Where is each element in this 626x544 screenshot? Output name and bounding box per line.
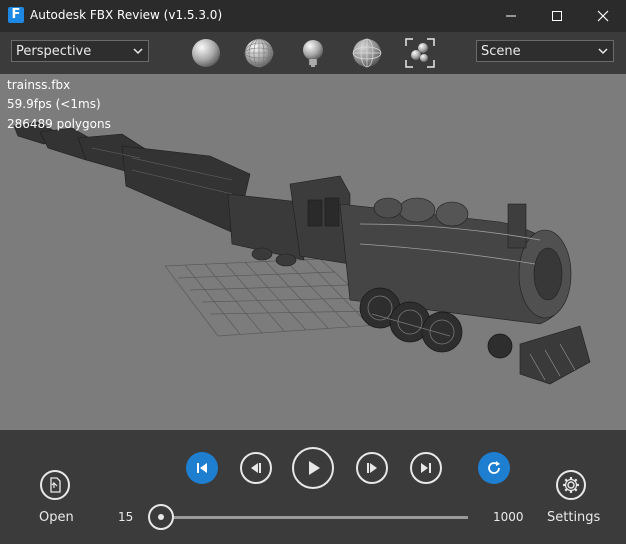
loop-button[interactable]	[478, 452, 510, 484]
close-button[interactable]	[580, 0, 626, 32]
gear-icon	[563, 477, 579, 493]
wireframe-sphere-icon[interactable]	[350, 36, 384, 70]
maximize-button[interactable]	[534, 0, 580, 32]
chevron-down-icon	[133, 48, 143, 55]
maximize-icon	[552, 11, 562, 21]
window-title: Autodesk FBX Review (v1.5.3.0)	[30, 8, 223, 22]
toolbar: Perspective Scene	[0, 32, 626, 74]
minimize-icon	[506, 15, 516, 17]
open-button[interactable]	[40, 470, 70, 500]
play-button[interactable]	[292, 447, 334, 489]
timeline-thumb[interactable]	[148, 504, 174, 530]
previous-frame-icon	[251, 463, 261, 473]
go-to-start-icon	[197, 463, 207, 473]
go-to-end-button[interactable]	[410, 452, 442, 484]
play-icon	[309, 461, 320, 475]
file-name-label: trainss.fbx	[7, 78, 71, 92]
3d-viewport[interactable]: trainss.fbx 59.9fps (<1ms) 286489 polygo…	[0, 74, 626, 430]
go-to-end-icon	[421, 463, 431, 473]
settings-button[interactable]	[556, 470, 586, 500]
scene-select-value: Scene	[481, 44, 521, 59]
go-to-start-button[interactable]	[186, 452, 218, 484]
end-frame-label: 1000	[493, 510, 524, 524]
wireframe-shaded-sphere-icon[interactable]	[242, 36, 276, 70]
playback-panel: Open Settings 15 1000	[0, 430, 626, 544]
shaded-sphere-icon[interactable]	[189, 36, 223, 70]
chevron-down-icon	[598, 48, 608, 55]
title-bar: F Autodesk FBX Review (v1.5.3.0)	[0, 0, 626, 32]
camera-select[interactable]: Perspective	[11, 40, 149, 62]
settings-label: Settings	[547, 510, 601, 525]
timeline-track[interactable]	[152, 516, 468, 519]
open-file-icon	[50, 477, 61, 493]
next-frame-icon	[367, 463, 377, 473]
loop-icon	[488, 461, 500, 474]
minimize-button[interactable]	[488, 0, 534, 32]
start-frame-label: 15	[118, 510, 134, 524]
frame-all-icon[interactable]	[403, 36, 437, 70]
polygon-count-label: 286489 polygons	[7, 117, 111, 131]
close-icon	[597, 10, 609, 22]
fps-label: 59.9fps (<1ms)	[7, 97, 101, 111]
lighting-bulb-icon[interactable]	[296, 36, 330, 70]
camera-select-value: Perspective	[16, 44, 92, 59]
next-frame-button[interactable]	[356, 452, 388, 484]
open-label: Open	[39, 510, 74, 525]
scene-select[interactable]: Scene	[476, 40, 614, 62]
previous-frame-button[interactable]	[240, 452, 272, 484]
fbx-logo-icon: F	[8, 7, 24, 23]
